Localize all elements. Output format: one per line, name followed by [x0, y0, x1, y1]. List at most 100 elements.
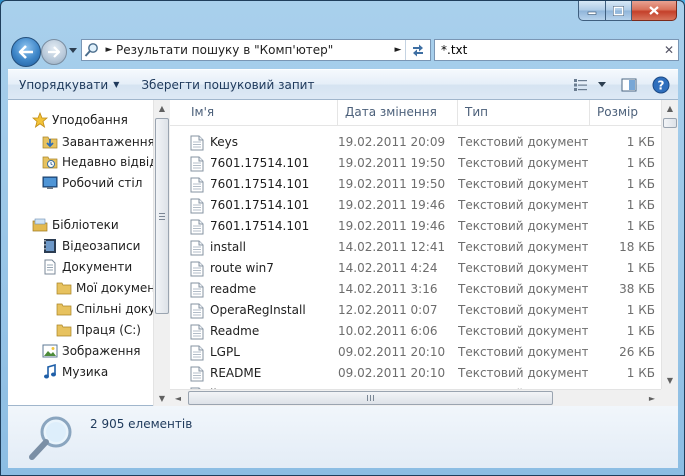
- save-search-button[interactable]: Зберегти пошуковий запит: [130, 73, 325, 97]
- table-row[interactable]: 7601.17514.101119-... 19.02.2011 19:50 Тек…: [170, 153, 661, 174]
- nav-item-videos[interactable]: Відеозаписи: [42, 236, 140, 256]
- recent-pages-button[interactable]: [67, 44, 79, 56]
- file-name-cell[interactable]: 7601.17514.101119-...: [190, 216, 310, 237]
- nav-libraries[interactable]: Бібліотеки: [32, 215, 119, 235]
- file-name-cell[interactable]: route win7: [190, 258, 310, 279]
- close-button[interactable]: [632, 1, 677, 21]
- address-bar[interactable]: ► Результати пошуку в "Комп'ютер" ►: [81, 39, 431, 61]
- file-name: route win7: [210, 261, 274, 275]
- table-row[interactable]: LGPL 09.02.2011 20:10 Текстовий документ 26…: [170, 342, 661, 363]
- scrollbar-thumb[interactable]: [663, 118, 677, 128]
- organize-label: Упорядкувати: [19, 77, 109, 92]
- file-type: Текстовий документ: [458, 219, 588, 233]
- table-row[interactable]: 7601.17514.101119-... 19.02.2011 19:46 Тек…: [170, 216, 661, 237]
- file-name-cell[interactable]: 7601.17514.101119-...: [190, 174, 310, 195]
- file-date: 14.02.2011 4:24: [338, 261, 438, 275]
- help-button[interactable]: ?: [648, 74, 674, 96]
- file-name-cell[interactable]: Readme: [190, 321, 310, 342]
- file-size: 38 КБ: [619, 282, 655, 296]
- table-row[interactable]: 7601.17514.101119-... 19.02.2011 19:50 Тек…: [170, 174, 661, 195]
- svg-text:?: ?: [658, 78, 665, 92]
- nav-item-label: Недавно відвіда: [62, 155, 153, 169]
- scroll-up-arrow-icon[interactable]: ▲: [154, 100, 170, 116]
- column-size[interactable]: Розмір: [590, 100, 661, 125]
- nav-item-work-drive[interactable]: Праця (C:): [56, 320, 141, 340]
- nav-item-shared-documents[interactable]: Спільні докум: [56, 299, 153, 319]
- table-row[interactable]: 7601.17514.101119-... 19.02.2011 19:46 Тек…: [170, 195, 661, 216]
- file-name-cell[interactable]: LGPL: [190, 342, 310, 363]
- nav-item-documents[interactable]: Документи: [42, 257, 132, 277]
- nav-item-label: Зображення: [62, 344, 141, 358]
- nav-item-label: Відеозаписи: [62, 239, 141, 253]
- minimize-button[interactable]: [578, 1, 606, 21]
- table-row[interactable]: install 14.02.2011 12:41 Текстовий докумен…: [170, 237, 661, 258]
- table-row[interactable]: route win7 14.02.2011 4:24 Текстовий докум…: [170, 258, 661, 279]
- table-row[interactable]: readme 14.02.2011 3:16 Текстовий документ 3…: [170, 279, 661, 300]
- clear-search-icon[interactable]: ✕: [660, 43, 678, 57]
- nav-item-music[interactable]: Музика: [42, 362, 108, 382]
- file-name-cell[interactable]: 7601.17514.101119-...: [190, 195, 310, 216]
- nav-item-recent[interactable]: Недавно відвіда: [42, 152, 153, 172]
- file-type: Текстовий документ: [458, 198, 588, 212]
- recent-places-icon: [42, 156, 58, 169]
- file-name-cell[interactable]: README: [190, 363, 310, 384]
- file-size: 1 КБ: [626, 366, 655, 380]
- file-name: Readme: [210, 324, 260, 338]
- search-input[interactable]: [441, 43, 660, 57]
- preview-pane-icon: [621, 78, 637, 91]
- scroll-up-arrow-icon[interactable]: ▲: [662, 100, 678, 116]
- scroll-down-arrow-icon[interactable]: ▼: [662, 372, 678, 388]
- column-date[interactable]: Дата змінення: [338, 100, 458, 125]
- file-name-cell[interactable]: 7601.17514.101119-...: [190, 153, 310, 174]
- scroll-right-arrow-icon[interactable]: ►: [644, 390, 660, 406]
- breadcrumb-separator-icon[interactable]: ►: [102, 45, 116, 55]
- scrollbar-thumb[interactable]: [188, 391, 553, 405]
- table-row[interactable]: Readme 10.02.2011 6:06 Текстовий документ 1…: [170, 321, 661, 342]
- file-size: 1 КБ: [626, 324, 655, 338]
- file-name: README: [210, 366, 262, 380]
- nav-item-label: Праця (C:): [76, 323, 141, 337]
- view-options-button[interactable]: [594, 74, 610, 96]
- address-path[interactable]: Результати пошуку в "Комп'ютер": [116, 43, 391, 57]
- back-button[interactable]: [11, 37, 41, 67]
- organize-button[interactable]: Упорядкувати ▼: [8, 73, 130, 97]
- nav-pane-scrollbar[interactable]: ▲ ▼: [153, 100, 170, 406]
- change-view-button[interactable]: [568, 74, 594, 96]
- column-name[interactable]: Ім'я: [184, 100, 338, 125]
- content-area: Уподобання Завантаження Недавно відвіда …: [8, 100, 678, 406]
- file-size: 1 КБ: [626, 198, 655, 212]
- forward-button[interactable]: [41, 39, 67, 65]
- save-search-label: Зберегти пошуковий запит: [141, 77, 315, 92]
- file-list-hscrollbar[interactable]: ◄ ►: [170, 389, 661, 406]
- command-bar: Упорядкувати ▼ Зберегти пошуковий запит: [8, 69, 678, 100]
- nav-item-label: Мої документи: [76, 281, 153, 295]
- details-view-icon: [574, 78, 587, 91]
- nav-item-desktop[interactable]: Робочий стіл: [42, 173, 142, 193]
- scroll-down-arrow-icon[interactable]: ▼: [154, 390, 170, 406]
- nav-item-pictures[interactable]: Зображення: [42, 341, 141, 361]
- file-name: readme: [210, 282, 257, 296]
- file-list-vscrollbar[interactable]: ▲ ▼: [661, 100, 678, 389]
- nav-item-my-documents[interactable]: Мої документи: [56, 278, 153, 298]
- scrollbar-thumb[interactable]: [155, 118, 169, 314]
- scroll-left-arrow-icon[interactable]: ◄: [170, 390, 186, 406]
- file-list: Ім'я Дата змінення Тип Розмір Keys 19.02.…: [170, 100, 661, 389]
- search-box[interactable]: ✕: [434, 39, 679, 61]
- table-row[interactable]: README 09.02.2011 20:10 Текстовий документ…: [170, 363, 661, 384]
- breadcrumb-arrow-icon[interactable]: ►: [391, 45, 405, 55]
- text-file-icon: [190, 198, 204, 213]
- column-type[interactable]: Тип: [458, 100, 590, 125]
- nav-item-downloads[interactable]: Завантаження: [42, 132, 153, 152]
- nav-favorites[interactable]: Уподобання: [32, 110, 128, 130]
- file-date: 10.02.2011 6:06: [338, 324, 438, 338]
- table-row[interactable]: Keys 19.02.2011 20:09 Текстовий документ 1 …: [170, 132, 661, 153]
- refresh-button[interactable]: [405, 40, 430, 60]
- file-name-cell[interactable]: install: [190, 237, 310, 258]
- file-name-cell[interactable]: readme: [190, 279, 310, 300]
- file-name-cell[interactable]: Keys: [190, 132, 310, 153]
- table-row[interactable]: OperaRegInstall 12.02.2011 0:07 Текстовий …: [170, 300, 661, 321]
- file-name-cell[interactable]: OperaRegInstall: [190, 300, 310, 321]
- preview-pane-button[interactable]: [616, 74, 642, 96]
- maximize-button[interactable]: [606, 1, 632, 21]
- file-type: Текстовий документ: [458, 261, 588, 275]
